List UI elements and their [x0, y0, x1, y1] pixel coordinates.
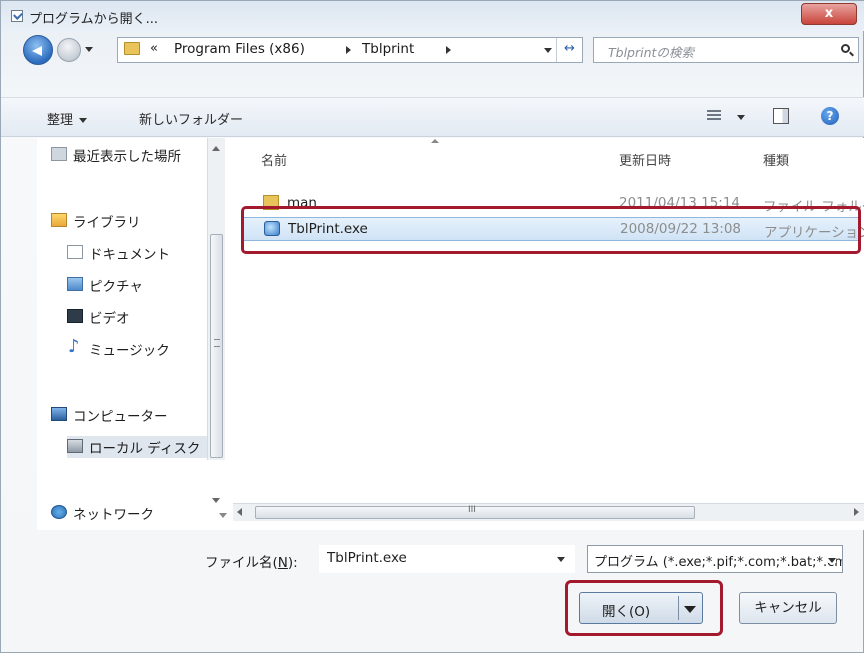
- navigation-row: « Program Files (x86) Tblprint ↔ Tblprin…: [1, 31, 864, 71]
- sidebar-scroll-thumb[interactable]: [210, 234, 223, 458]
- scroll-left-icon[interactable]: [237, 508, 242, 516]
- filename-label-post: ):: [287, 555, 298, 571]
- music-icon: [67, 336, 83, 357]
- file-type: ファイル フォルダー: [763, 199, 864, 215]
- sort-ascending-icon: [431, 139, 439, 143]
- views-icon[interactable]: [707, 110, 721, 122]
- pictures-icon: [67, 277, 83, 291]
- computer-icon: [51, 407, 67, 421]
- recent-pages-chevron-icon[interactable]: [85, 47, 93, 52]
- open-button[interactable]: 開く(O): [579, 592, 703, 624]
- search-input[interactable]: Tblprintの検索: [593, 37, 859, 63]
- documents-icon: [67, 245, 83, 259]
- open-dropdown-icon[interactable]: [684, 606, 696, 613]
- help-icon[interactable]: ?: [821, 107, 839, 125]
- scroll-down-icon[interactable]: [212, 498, 220, 503]
- sidebar-item-label: ローカル ディスク: [89, 441, 201, 457]
- filename-label-pre: ファイル名(: [205, 555, 278, 571]
- file-list: 名前 更新日時 種類 man 2011/04/13 15:14 ファイル フォル…: [233, 138, 864, 530]
- new-folder-button[interactable]: 新しいフォルダー: [139, 109, 243, 128]
- file-type-select[interactable]: プログラム (*.exe;*.pif;*.com;*.bat;*.cmd): [587, 545, 843, 573]
- file-row-man[interactable]: man 2011/04/13 15:14 ファイル フォルダー: [241, 192, 864, 216]
- views-dropdown-icon[interactable]: [737, 115, 745, 120]
- horizontal-scrollbar[interactable]: III: [233, 503, 864, 521]
- breadcrumb-program-files[interactable]: Program Files (x86): [174, 41, 305, 57]
- sidebar-scroll-down-icon[interactable]: [219, 513, 227, 518]
- open-button-label: 開く(O): [602, 604, 651, 620]
- column-header-date[interactable]: 更新日時: [619, 150, 671, 169]
- navigation-pane: 最近表示した場所 ライブラリ ドキュメント ピクチャ ビデオ ミュージック コン…: [37, 138, 233, 530]
- folder-icon: [263, 195, 279, 210]
- sidebar-scrollbar[interactable]: [207, 138, 225, 503]
- chevron-down-icon[interactable]: [557, 557, 565, 562]
- address-dropdown-icon[interactable]: [544, 48, 552, 53]
- file-date: 2011/04/13 15:14: [619, 195, 741, 211]
- scroll-grip: III: [468, 505, 476, 515]
- column-header-name[interactable]: 名前: [261, 150, 287, 169]
- sidebar-item-label: コンピューター: [73, 409, 168, 425]
- close-button[interactable]: x: [801, 3, 857, 25]
- column-header-type[interactable]: 種類: [763, 150, 789, 169]
- scroll-up-icon[interactable]: [212, 146, 220, 151]
- application-icon: [264, 221, 280, 236]
- preview-pane-icon[interactable]: [773, 108, 789, 124]
- sidebar-item-label: ピクチャ: [89, 279, 143, 295]
- open-with-dialog: プログラムから開く... x « Program Files (x86) Tbl…: [0, 0, 864, 653]
- horizontal-scroll-thumb[interactable]: III: [255, 505, 695, 519]
- local-disk-icon: [67, 439, 83, 453]
- search-icon[interactable]: [841, 44, 850, 53]
- address-bar[interactable]: « Program Files (x86) Tblprint ↔: [117, 37, 583, 63]
- dialog-icon: [11, 10, 23, 22]
- chevron-down-icon: [79, 118, 88, 123]
- filename-label-key: N: [277, 555, 288, 571]
- file-name: TblPrint.exe: [288, 221, 368, 237]
- title-bar[interactable]: プログラムから開く... x: [1, 1, 864, 31]
- breadcrumb-chevron-icon[interactable]: [346, 46, 351, 54]
- back-arrow-icon[interactable]: [23, 35, 53, 65]
- sidebar-item-label: ライブラリ: [73, 215, 141, 231]
- file-date: 2008/09/22 13:08: [620, 221, 742, 237]
- refresh-icon[interactable]: ↔: [556, 38, 582, 62]
- organize-label: 整理: [47, 113, 74, 128]
- breadcrumb-chevron-icon[interactable]: [446, 46, 451, 54]
- sidebar-item-label: 最近表示した場所: [73, 149, 181, 165]
- organize-button[interactable]: 整理: [47, 109, 88, 128]
- forward-arrow-icon[interactable]: [57, 38, 81, 62]
- file-row-tblprint[interactable]: TblPrint.exe 2008/09/22 13:08 アプリケーション: [241, 217, 864, 241]
- breadcrumb-tblprint[interactable]: Tblprint: [362, 41, 414, 57]
- videos-icon: [67, 309, 83, 323]
- sidebar-item-label: ネットワーク: [73, 507, 154, 523]
- command-toolbar: 整理 新しいフォルダー ?: [1, 97, 864, 137]
- chevron-down-icon[interactable]: [828, 558, 836, 563]
- file-type-value: プログラム (*.exe;*.pif;*.com;*.bat;*.cmd): [594, 555, 843, 570]
- sidebar-item-label: ビデオ: [89, 311, 130, 327]
- file-name: man: [287, 195, 317, 211]
- cancel-button[interactable]: キャンセル: [739, 592, 837, 624]
- sidebar-item-local-disk[interactable]: ローカル ディスク: [67, 436, 217, 458]
- network-icon: [51, 505, 67, 519]
- sidebar-item-label: ミュージック: [89, 343, 170, 359]
- filename-field[interactable]: TblPrint.exe: [319, 545, 575, 573]
- breadcrumb-overflow[interactable]: «: [150, 41, 158, 56]
- filename-label: ファイル名(N):: [205, 551, 298, 571]
- split-divider: [678, 596, 679, 620]
- search-placeholder: Tblprintの検索: [608, 45, 694, 60]
- file-type: アプリケーション: [764, 225, 864, 241]
- scroll-right-icon[interactable]: [854, 508, 859, 516]
- sidebar-item-label: ドキュメント: [89, 247, 170, 263]
- library-icon: [51, 213, 67, 227]
- folder-icon: [124, 42, 140, 55]
- recent-places-icon: [51, 147, 67, 161]
- window-title: プログラムから開く...: [29, 12, 159, 27]
- filename-value: TblPrint.exe: [327, 550, 407, 566]
